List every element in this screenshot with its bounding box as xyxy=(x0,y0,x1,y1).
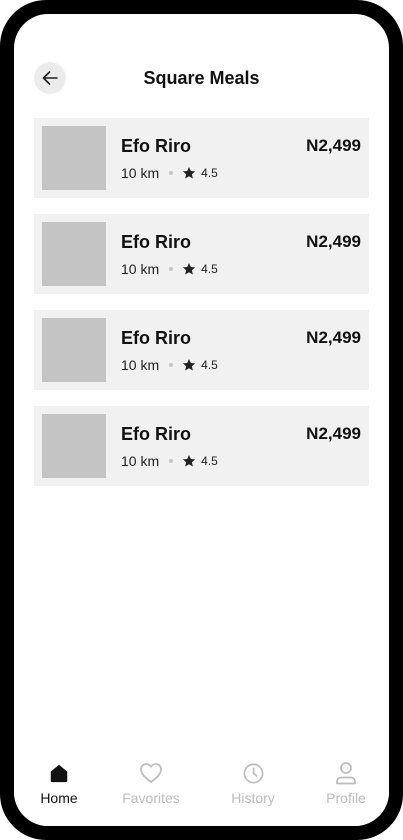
meal-rating: 4.5 xyxy=(201,262,218,276)
meal-distance: 10 km xyxy=(121,165,160,181)
meal-card[interactable]: Efo Riro N2,499 10 km 4.5 xyxy=(34,118,369,198)
star-icon xyxy=(183,455,196,467)
phone-frame: Square Meals Efo Riro N2,499 10 km 4.5 E xyxy=(0,0,403,840)
star-icon xyxy=(183,359,196,371)
meal-price: N2,499 xyxy=(306,232,361,251)
user-icon xyxy=(336,762,356,785)
meal-rating: 4.5 xyxy=(201,454,218,468)
meal-list: Efo Riro N2,499 10 km 4.5 Efo Riro N2,49… xyxy=(34,118,369,502)
nav-item-profile[interactable]: Profile xyxy=(301,746,389,826)
nav-label: Profile xyxy=(326,790,366,806)
separator-dot xyxy=(169,171,174,175)
nav-item-home[interactable]: Home xyxy=(14,746,104,826)
meal-name: Efo Riro xyxy=(121,328,191,348)
meal-distance: 10 km xyxy=(121,357,160,373)
meal-name: Efo Riro xyxy=(121,424,191,444)
nav-item-favorites[interactable]: Favorites xyxy=(106,746,196,826)
bottom-nav: Home Favorites History Profile xyxy=(14,746,389,826)
meal-name: Efo Riro xyxy=(121,136,191,156)
star-icon xyxy=(183,167,196,179)
header: Square Meals xyxy=(14,14,389,114)
nav-item-history[interactable]: History xyxy=(208,746,298,826)
meal-price: N2,499 xyxy=(306,328,361,347)
nav-label: History xyxy=(231,790,275,806)
meal-meta: 10 km 4.5 xyxy=(121,164,218,182)
meal-rating: 4.5 xyxy=(201,166,218,180)
star-icon xyxy=(183,263,196,275)
meal-meta: 10 km 4.5 xyxy=(121,356,218,374)
meal-thumbnail xyxy=(42,222,106,286)
meal-distance: 10 km xyxy=(121,453,160,469)
meal-meta: 10 km 4.5 xyxy=(121,452,218,470)
meal-thumbnail xyxy=(42,318,106,382)
clock-icon xyxy=(243,763,263,783)
home-icon xyxy=(50,764,68,783)
separator-dot xyxy=(169,267,174,271)
heart-icon xyxy=(140,763,162,783)
separator-dot xyxy=(169,459,174,463)
meal-name: Efo Riro xyxy=(121,232,191,252)
meal-price: N2,499 xyxy=(306,424,361,443)
meal-card[interactable]: Efo Riro N2,499 10 km 4.5 xyxy=(34,214,369,294)
meal-thumbnail xyxy=(42,126,106,190)
nav-label: Favorites xyxy=(122,790,180,806)
page-title: Square Meals xyxy=(143,68,260,88)
meal-distance: 10 km xyxy=(121,261,160,277)
meal-card[interactable]: Efo Riro N2,499 10 km 4.5 xyxy=(34,310,369,390)
separator-dot xyxy=(169,363,174,367)
meal-card[interactable]: Efo Riro N2,499 10 km 4.5 xyxy=(34,406,369,486)
meal-rating: 4.5 xyxy=(201,358,218,372)
meal-thumbnail xyxy=(42,414,106,478)
nav-label: Home xyxy=(40,790,78,806)
meal-price: N2,499 xyxy=(306,136,361,155)
meal-meta: 10 km 4.5 xyxy=(121,260,218,278)
app-screen: Square Meals Efo Riro N2,499 10 km 4.5 E xyxy=(14,14,389,826)
